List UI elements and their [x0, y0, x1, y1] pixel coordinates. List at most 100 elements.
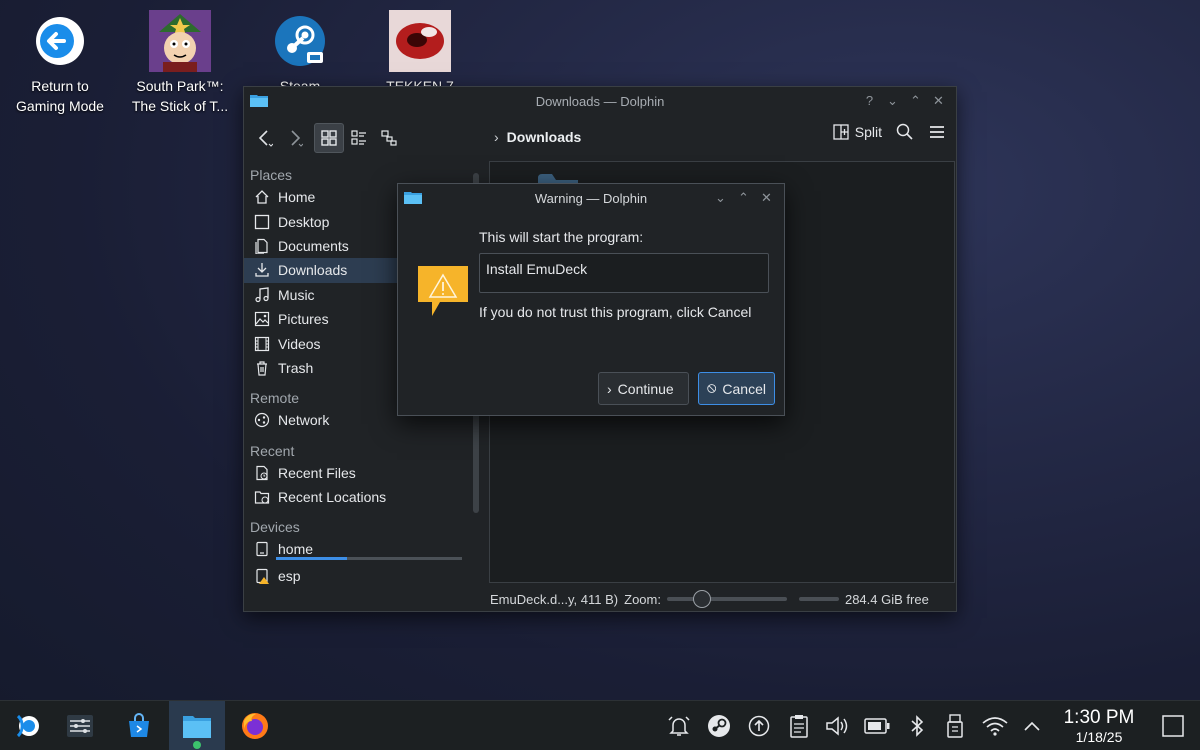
- settings-sliders-icon: [67, 715, 93, 737]
- hamburger-menu-icon[interactable]: [928, 123, 946, 141]
- sidebar-item-label: home: [278, 541, 314, 558]
- details-view-button[interactable]: [374, 123, 404, 153]
- cancel-button[interactable]: Cancel: [698, 372, 775, 405]
- close-icon[interactable]: ✕: [929, 91, 948, 110]
- trash-icon: [254, 360, 270, 376]
- desktop-icon-label: South Park™: The Stick of T...: [131, 78, 229, 114]
- removable-devices-tray[interactable]: [940, 701, 970, 750]
- minimize-icon[interactable]: ⌄: [711, 188, 730, 207]
- help-icon[interactable]: ?: [860, 91, 879, 110]
- sidebar-item-label: Videos: [278, 335, 321, 352]
- compact-view-icon: [351, 130, 366, 145]
- bluetooth-icon: [911, 715, 924, 737]
- zoom-label: Zoom:: [624, 591, 661, 607]
- sidebar-item-device-esp[interactable]: esp: [244, 564, 468, 588]
- status-file-info: EmuDeck.d...y, 411 B): [490, 591, 619, 607]
- clipboard-tray[interactable]: [784, 701, 814, 750]
- maximize-icon[interactable]: ⌃: [734, 188, 753, 207]
- show-hidden-icons-button[interactable]: [1017, 701, 1047, 750]
- close-icon[interactable]: ✕: [757, 188, 776, 207]
- recent-files-icon: [254, 465, 270, 481]
- battery-tray[interactable]: [862, 701, 892, 750]
- sidebar-item-label: Pictures: [278, 311, 329, 328]
- usb-drive-icon: [947, 714, 963, 738]
- folder-icon: [183, 716, 211, 738]
- steam-icon: [708, 715, 730, 737]
- alarm-bell-icon: [668, 716, 690, 736]
- sidebar-item-recent-locations[interactable]: Recent Locations: [244, 485, 468, 509]
- wifi-tray[interactable]: [980, 701, 1010, 750]
- drive-icon: [254, 541, 270, 557]
- dialog-titlebar[interactable]: Warning — Dolphin ⌄ ⌃ ✕: [398, 184, 784, 212]
- minimize-icon[interactable]: ⌄: [883, 91, 902, 110]
- chevron-left-icon: [258, 130, 273, 147]
- sidebar-item-device-home[interactable]: home: [244, 537, 468, 561]
- sidebar-item-recent-files[interactable]: Recent Files: [244, 461, 468, 485]
- sidebar-item-label: Desktop: [278, 213, 330, 230]
- steamdeck-logo-icon: [16, 714, 39, 738]
- recent-locations-icon: [254, 489, 270, 505]
- split-button[interactable]: Split: [833, 124, 882, 140]
- return-arrow-icon: [29, 10, 91, 72]
- bluetooth-tray[interactable]: [902, 701, 932, 750]
- steam-tray[interactable]: [704, 701, 734, 750]
- firefox-icon: [242, 713, 268, 739]
- forward-button[interactable]: [280, 123, 310, 153]
- sidebar-item-label: esp: [278, 567, 301, 584]
- desktop-icon-steam[interactable]: Steam: [240, 10, 360, 92]
- speaker-icon: [826, 716, 848, 736]
- chevron-up-icon: [1024, 721, 1040, 731]
- drive-warning-icon: [254, 568, 270, 584]
- network-icon: [254, 412, 270, 428]
- volume-tray[interactable]: [822, 701, 852, 750]
- toolbar: › Downloads Split: [244, 115, 956, 161]
- dolphin-taskbar-button[interactable]: [169, 701, 225, 750]
- chevron-right-icon: ›: [607, 380, 612, 397]
- warning-icon: [418, 266, 468, 316]
- chevron-right-icon: [291, 130, 303, 147]
- update-icon: [748, 715, 770, 737]
- status-bar: EmuDeck.d...y, 411 B) Zoom: 284.4 GiB fr…: [490, 589, 956, 609]
- section-title-places: Places: [250, 167, 293, 183]
- desktop-icon-tekken[interactable]: TEKKEN 7: [360, 10, 480, 92]
- section-title-recent: Recent: [250, 442, 295, 459]
- zoom-slider[interactable]: [666, 590, 787, 608]
- battery-icon: [864, 718, 890, 734]
- search-icon[interactable]: [896, 123, 914, 141]
- sidebar-item-label: Downloads: [278, 262, 348, 279]
- compact-view-button[interactable]: [344, 123, 374, 153]
- back-button[interactable]: [250, 123, 280, 153]
- window-titlebar[interactable]: Downloads — Dolphin ? ⌄ ⌃ ✕: [244, 87, 956, 115]
- desktop-icon: [254, 214, 270, 230]
- zoom-slider-handle[interactable]: [692, 590, 711, 608]
- update-tray[interactable]: [744, 701, 774, 750]
- continue-button[interactable]: › Continue: [598, 372, 689, 405]
- breadcrumb[interactable]: › Downloads: [494, 129, 581, 145]
- shopping-bag-icon: [129, 713, 149, 737]
- clipboard-icon: [790, 715, 808, 738]
- maximize-icon[interactable]: ⌃: [906, 91, 925, 110]
- show-desktop-button[interactable]: [1158, 701, 1188, 750]
- south-park-game-icon: [149, 10, 211, 72]
- sidebar-item-label: Trash: [278, 359, 314, 376]
- sidebar-item-label: Home: [278, 189, 316, 206]
- firefox-button[interactable]: [227, 701, 283, 750]
- warning-dialog: Warning — Dolphin ⌄ ⌃ ✕ This will start …: [397, 183, 785, 416]
- system-settings-button[interactable]: [52, 701, 108, 750]
- discover-store-button[interactable]: [111, 701, 167, 750]
- clock[interactable]: 1:30 PM 1/18/25: [1060, 707, 1138, 746]
- sidebar-item-label: Music: [278, 286, 315, 303]
- breadcrumb-current[interactable]: Downloads: [507, 129, 582, 145]
- taskbar: 1:30 PM 1/18/25: [0, 700, 1200, 750]
- desktop-icon-return-gaming-mode[interactable]: Return to Gaming Mode: [0, 10, 120, 116]
- documents-icon: [254, 238, 270, 254]
- tekken-game-icon: [389, 10, 451, 72]
- split-label: Split: [854, 124, 882, 140]
- desktop-icon-south-park[interactable]: South Park™: The Stick of T...: [120, 10, 240, 116]
- app-launcher-button[interactable]: [0, 701, 56, 750]
- chevron-right-icon: ›: [494, 129, 499, 145]
- icons-view-button[interactable]: [314, 123, 344, 153]
- show-desktop-icon: [1162, 715, 1184, 737]
- notifications-tray[interactable]: [664, 701, 694, 750]
- split-view-icon: [833, 124, 849, 140]
